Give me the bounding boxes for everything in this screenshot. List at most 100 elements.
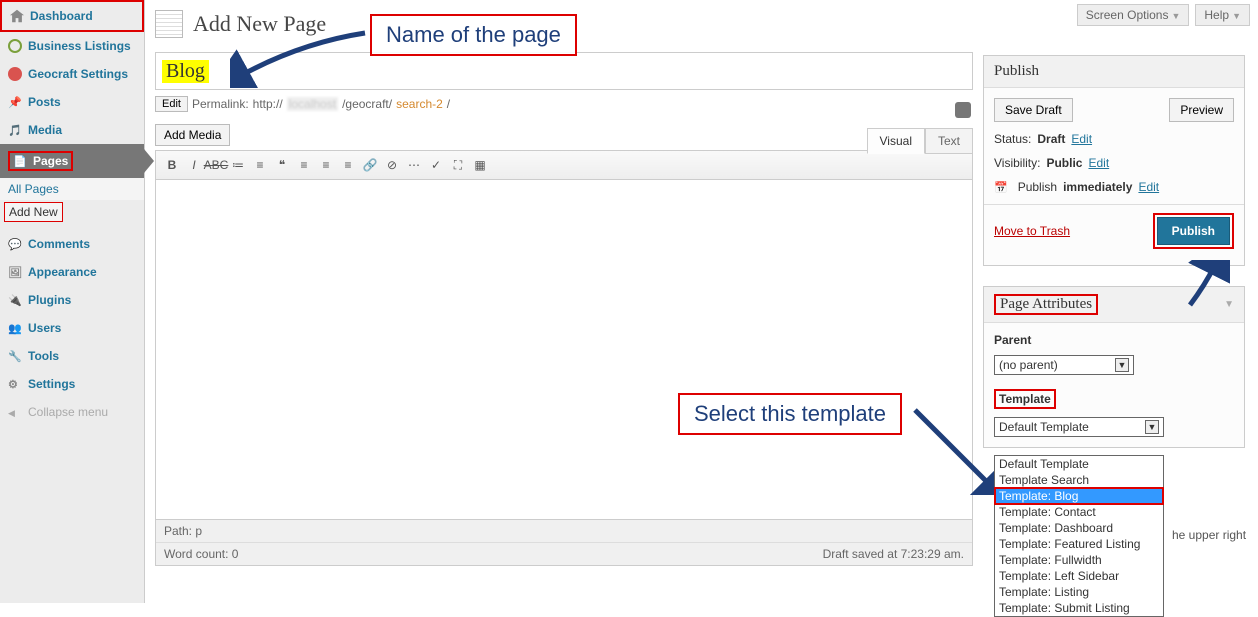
bold-button[interactable]: B [162,155,182,175]
sidebar-item-plugins[interactable]: Plugins [0,286,144,314]
plugins-icon [8,293,22,307]
home-icon [10,9,24,23]
fullscreen-button[interactable]: ⛶ [448,155,468,175]
pages-icon [13,154,27,168]
template-option[interactable]: Template: Contact [995,504,1163,520]
ul-button[interactable]: ≔ [228,155,248,175]
preview-button[interactable]: Preview [1169,98,1234,122]
sidebar-item-label: Pages [33,154,68,168]
sidebar-item-users[interactable]: Users [0,314,144,342]
more-button[interactable]: ⋯ [404,155,424,175]
kitchensink-button[interactable]: ▦ [470,155,490,175]
word-count: Word count: 0 [164,547,238,561]
move-to-trash-link[interactable]: Move to Trash [994,224,1070,238]
edit-visibility-link[interactable]: Edit [1088,156,1109,170]
page-attributes-metabox: Page Attributes ▼ Parent (no parent) ▼ T… [983,286,1245,448]
page-title-value: Blog [162,60,209,83]
visibility-label: Visibility: [994,156,1040,170]
visibility-value: Public [1046,156,1082,170]
template-option[interactable]: Template: Blog [995,488,1163,504]
editor-toolbar: B I ABC ≔ ≡ ❝ ≡ ≡ ≡ 🔗 ⊘ ⋯ ✓ ⛶ ▦ [155,150,973,180]
sidebar-item-posts[interactable]: Posts [0,88,144,116]
sidebar-item-appearance[interactable]: Appearance [0,258,144,286]
sidebar-item-label: Business Listings [28,39,131,53]
template-select[interactable]: Default Template ▼ [994,417,1164,437]
sidebar-item-pages[interactable]: Pages [0,144,144,178]
sidebar-item-label: Comments [28,237,90,251]
users-icon [8,321,22,335]
template-option[interactable]: Template: Left Sidebar [995,568,1163,584]
template-option[interactable]: Default Template [995,456,1163,472]
annotation-select-template: Select this template [678,393,902,435]
collapse-icon [8,405,22,419]
chevron-down-icon: ▼ [1171,11,1180,21]
sidebar-item-geocraft[interactable]: Geocraft Settings [0,60,144,88]
link-button[interactable]: 🔗 [360,155,380,175]
spellcheck-button[interactable]: ✓ [426,155,446,175]
strike-button[interactable]: ABC [206,155,226,175]
pin-icon [8,95,22,109]
edit-publish-date-link[interactable]: Edit [1138,180,1159,194]
tab-visual[interactable]: Visual [867,128,925,154]
tools-icon [8,349,22,363]
content-editor[interactable] [155,180,973,520]
template-option[interactable]: Template: Listing [995,584,1163,600]
parent-select[interactable]: (no parent) ▼ [994,355,1134,375]
italic-button[interactable]: I [184,155,204,175]
chevron-down-icon: ▼ [1145,420,1159,434]
sidebar-item-business-listings[interactable]: Business Listings [0,32,144,60]
editor-footer: Path: p Word count: 0 Draft saved at 7:2… [155,520,973,566]
align-left-button[interactable]: ≡ [294,155,314,175]
ol-button[interactable]: ≡ [250,155,270,175]
chevron-down-icon[interactable]: ▼ [1224,299,1234,310]
screen-options-button[interactable]: Screen Options▼ [1077,4,1190,26]
chevron-down-icon: ▼ [1115,358,1129,372]
template-option[interactable]: Template: Dashboard [995,520,1163,536]
appearance-icon [8,265,22,279]
sidebar-item-label: Settings [28,377,75,391]
edit-status-link[interactable]: Edit [1071,132,1092,146]
help-button[interactable]: Help▼ [1195,4,1250,26]
sidebar-item-tools[interactable]: Tools [0,342,144,370]
chevron-down-icon: ▼ [1232,11,1241,21]
quote-button[interactable]: ❝ [272,155,292,175]
unlink-button[interactable]: ⊘ [382,155,402,175]
publish-metabox: Publish Save Draft Preview Status: Draft… [983,55,1245,266]
template-dropdown[interactable]: Default TemplateTemplate SearchTemplate:… [994,455,1164,617]
status-value: Draft [1037,132,1065,146]
publish-label: Publish [1018,180,1057,194]
sidebar-sub-add-new[interactable]: Add New [4,202,63,222]
publish-value: immediately [1063,180,1132,194]
save-draft-button[interactable]: Save Draft [994,98,1073,122]
template-option[interactable]: Template: Fullwidth [995,552,1163,568]
publish-button[interactable]: Publish [1157,217,1230,245]
template-option[interactable]: Template: Featured Listing [995,536,1163,552]
tinymce-icon [955,102,971,118]
sidebar-item-label: Plugins [28,293,71,307]
comments-icon [8,237,22,251]
template-option[interactable]: Template: Submit Listing [995,600,1163,616]
edit-permalink-button[interactable]: Edit [155,96,188,112]
sidebar-item-comments[interactable]: Comments [0,230,144,258]
sidebar-item-settings[interactable]: Settings [0,370,144,398]
sidebar-item-label: Dashboard [30,9,93,23]
sidebar-item-label: Posts [28,95,61,109]
align-right-button[interactable]: ≡ [338,155,358,175]
collapse-menu[interactable]: Collapse menu [0,398,144,426]
template-option[interactable]: Template Search [995,472,1163,488]
template-label: Template [994,389,1056,409]
template-value: Default Template [999,420,1089,434]
autosave-status: Draft saved at 7:23:29 am. [823,547,964,561]
page-heading: Add New Page [193,11,326,37]
sidebar-item-dashboard[interactable]: Dashboard [0,0,144,32]
sidebar-sub-all-pages[interactable]: All Pages [0,178,144,200]
add-media-button[interactable]: Add Media [155,124,230,146]
permalink-label: Permalink: [192,97,249,111]
tab-text[interactable]: Text [925,128,973,154]
align-center-button[interactable]: ≡ [316,155,336,175]
page-title-input[interactable]: Blog [155,52,973,90]
admin-sidebar: Dashboard Business Listings Geocraft Set… [0,0,145,603]
media-icon [8,123,22,137]
sidebar-item-media[interactable]: Media [0,116,144,144]
parent-label: Parent [994,333,1234,347]
